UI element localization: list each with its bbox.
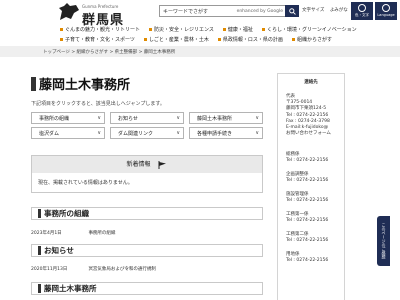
contact-block: 総務係 Tel : 0274-22-2156	[286, 152, 328, 164]
list-item: 2023年4月1日 事務所の組織	[31, 230, 115, 236]
feedback-tab[interactable]: このページのご感想	[377, 216, 390, 266]
contact-tel: Tel : 0274-22-2156	[286, 158, 329, 164]
anchor-link-label: お知らせ	[118, 115, 138, 122]
search-engine-label: enhanced by Google	[236, 8, 283, 14]
page-title-text: 藤岡土木事務所	[39, 78, 131, 93]
section-title: お知らせ	[44, 246, 74, 255]
nav-item-industry[interactable]: しごと・産業・農林・土木	[144, 36, 209, 43]
contact-tel: Tel : 0274-22-2156	[286, 238, 329, 244]
chevron-down-icon: ∨	[97, 115, 101, 121]
page: Gunma Prefecture 群馬県 キーワードでさがす enhanced …	[0, 0, 400, 300]
language-button[interactable]: Language	[375, 2, 397, 20]
gunma-crane-logo-icon	[59, 3, 79, 20]
search-box: キーワードでさがす enhanced by Google	[159, 5, 299, 17]
list-item-date: 2023年4月1日	[31, 231, 62, 236]
nav-item-tourism[interactable]: ぐんまの魅力・観光・リトリート	[60, 26, 140, 33]
intro-text: 下記項目をクリックすると、該当見出しへジャンプします。	[31, 101, 165, 107]
flag-icon	[158, 160, 167, 169]
section-title: 藤岡土木事務所	[44, 284, 97, 293]
contact-sidebar: 連絡先 代表 〒375-0014 藤岡市下栗須124-5 Tel : 0274-…	[277, 73, 345, 300]
global-nav-row-2: 子育て・教育・文化・スポーツ しごと・産業・農林・土木 県政情報・ロス・県の計画…	[60, 36, 332, 43]
anchor-link-grid: 事務所の組織 ∨ お知らせ ∨ 藤岡土木事務所 ∨ 塩沢ダム ∨ ダム関連リンク ∨ 各種…	[31, 112, 263, 139]
chevron-down-icon: ∨	[176, 130, 180, 136]
contact-block: 企画調整係 Tel : 0274-22-2156	[286, 172, 328, 184]
contact-tel: Tel : 0274-22-2156	[286, 258, 329, 264]
list-item-link[interactable]: 事務所の組織	[88, 231, 115, 236]
site-header: Gunma Prefecture 群馬県 キーワードでさがす enhanced …	[0, 0, 400, 50]
color-settings-icon	[358, 4, 366, 12]
contact-form-link[interactable]: お問い合わせフォーム	[286, 131, 331, 137]
language-label: Language	[377, 13, 395, 17]
chevron-down-icon: ∨	[255, 130, 259, 136]
contact-address: 藤岡市下栗須124-5	[286, 106, 327, 112]
breadcrumb[interactable]: トップページ > 組織からさがす > 県土整備部 > 藤岡土木事務所	[0, 46, 400, 57]
header-icon-group: 色・文字 Language	[351, 2, 397, 20]
site-logo[interactable]: Gunma Prefecture 群馬県	[58, 2, 123, 28]
section-marker	[38, 246, 41, 255]
nav-item-living[interactable]: くらし・環境・グリーンイノベーション	[262, 26, 357, 33]
contact-block: 施設管理係 Tel : 0274-22-2156	[286, 192, 328, 204]
section-heading-notices: お知らせ	[31, 244, 263, 257]
furigana-link[interactable]: よみがな	[330, 8, 348, 13]
title-marker	[31, 76, 36, 91]
anchor-link-label: 藤岡土木事務所	[197, 115, 233, 122]
anchor-link-label: 各種申請手続き	[197, 130, 233, 137]
chevron-down-icon: ∨	[255, 115, 259, 121]
search-input[interactable]: キーワードでさがす	[160, 8, 237, 15]
page-title: 藤岡土木事務所	[31, 74, 130, 93]
section-marker	[38, 284, 41, 293]
color-text-button[interactable]: 色・文字	[351, 2, 373, 20]
contact-tel: Tel : 0274-22-2156	[286, 178, 329, 184]
anchor-link-office[interactable]: 藤岡土木事務所 ∨	[189, 112, 263, 124]
font-size-link[interactable]: 文字サイズ	[302, 8, 324, 13]
nav-item-organization[interactable]: 組織からさがす	[292, 36, 332, 43]
anchor-link-notices[interactable]: お知らせ ∨	[110, 112, 184, 124]
news-box: 新着情報 現在、掲載されている情報はありません。	[31, 155, 263, 193]
color-text-label: 色・文字	[355, 13, 369, 17]
global-nav-row-1: ぐんまの魅力・観光・リトリート 防災・安全・レジリエンス 健康・福祉 くらし・環…	[60, 26, 357, 33]
news-header: 新着情報	[32, 156, 262, 173]
chevron-down-icon: ∨	[176, 115, 180, 121]
nav-item-safety[interactable]: 防災・安全・レジリエンス	[149, 26, 214, 33]
contact-block: 工務第二係 Tel : 0274-22-2156	[286, 232, 328, 244]
anchor-link-dam[interactable]: 塩沢ダム ∨	[31, 127, 105, 139]
list-item-date: 2020年11月13日	[31, 267, 68, 272]
anchor-link-label: ダム関連リンク	[118, 130, 154, 137]
nav-item-health[interactable]: 健康・福祉	[223, 26, 253, 33]
anchor-link-dam-links[interactable]: ダム関連リンク ∨	[110, 127, 184, 139]
contact-tel: Tel : 0274-22-2156	[286, 112, 329, 118]
anchor-link-label: 事務所の組織	[39, 115, 70, 122]
nav-item-education[interactable]: 子育て・教育・文化・スポーツ	[60, 36, 135, 43]
section-heading-office: 藤岡土木事務所	[31, 282, 263, 295]
anchor-link-organization[interactable]: 事務所の組織 ∨	[31, 112, 105, 124]
contact-tel: Tel : 0274-22-2156	[286, 218, 329, 224]
globe-icon	[382, 4, 390, 12]
chevron-down-icon: ∨	[97, 130, 101, 136]
contact-block-main: 代表 〒375-0014 藤岡市下栗須124-5 Tel : 0274-22-2…	[286, 94, 331, 137]
list-item-link[interactable]: 冥宮気象局および令和の通行規制	[88, 267, 156, 272]
contact-tel: Tel : 0274-22-2156	[286, 198, 329, 204]
sidebar-title: 連絡先	[304, 80, 318, 85]
search-button[interactable]	[285, 5, 299, 17]
section-heading-organization: 事務所の組織	[31, 207, 263, 220]
contact-block: 工務第一係 Tel : 0274-22-2156	[286, 212, 328, 224]
nav-item-policy[interactable]: 県政情報・ロス・県の計画	[218, 36, 283, 43]
anchor-link-applications[interactable]: 各種申請手続き ∨	[189, 127, 263, 139]
news-body: 現在、掲載されている情報はありません。	[38, 180, 133, 186]
news-heading: 新着情報	[126, 161, 151, 168]
contact-block: 用地係 Tel : 0274-22-2156	[286, 252, 328, 264]
list-item: 2020年11月13日 冥宮気象局および令和の通行規制	[31, 266, 156, 272]
search-icon	[288, 7, 296, 15]
anchor-link-label: 塩沢ダム	[39, 130, 60, 137]
section-title: 事務所の組織	[44, 209, 89, 218]
section-marker	[38, 209, 41, 218]
